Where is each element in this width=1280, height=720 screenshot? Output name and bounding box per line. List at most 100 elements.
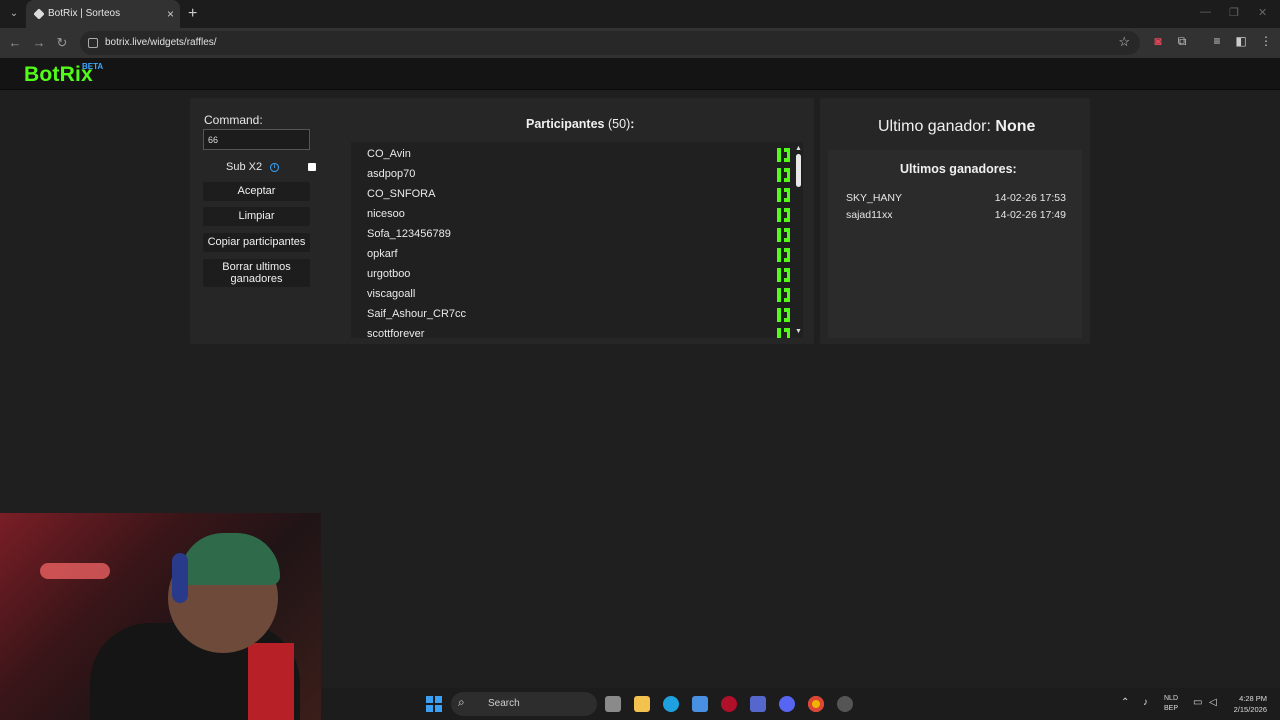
copy-participants-button[interactable]: Copiar participantes bbox=[203, 233, 310, 252]
info-icon[interactable]: i bbox=[270, 163, 279, 172]
profile-icon[interactable]: ◧ bbox=[1234, 34, 1248, 48]
scrollbar-thumb[interactable] bbox=[796, 154, 801, 187]
tab-search-icon[interactable]: ⌄ bbox=[6, 6, 22, 22]
streamer-cap bbox=[180, 533, 280, 585]
winner-date: 14-02-26 17:49 bbox=[994, 209, 1066, 221]
tab-title: BotRix | Sorteos bbox=[48, 8, 121, 19]
kick-icon bbox=[777, 168, 790, 182]
opera-icon[interactable] bbox=[721, 696, 737, 712]
discord-icon[interactable] bbox=[779, 696, 795, 712]
system-clock[interactable]: 4:28 PM 2/15/2026 bbox=[1225, 693, 1267, 715]
maximize-icon[interactable]: ❐ bbox=[1229, 6, 1239, 19]
list-item: CO_SNFORA bbox=[367, 188, 790, 208]
forward-icon[interactable]: → bbox=[30, 34, 48, 52]
participant-name: viscagoall bbox=[367, 288, 416, 300]
last-winner-heading: Ultimo ganador: None bbox=[878, 118, 1035, 136]
kick-icon bbox=[777, 148, 790, 162]
browser-tab[interactable]: BotRix | Sorteos × bbox=[26, 0, 180, 28]
extensions-puzzle-icon[interactable]: ⧉ bbox=[1175, 34, 1189, 48]
chrome-icon[interactable] bbox=[808, 696, 824, 712]
kick-icon bbox=[777, 208, 790, 222]
sub-x2-label: Sub X2 bbox=[226, 161, 263, 173]
settings-app-icon[interactable] bbox=[837, 696, 853, 712]
participant-name: CO_SNFORA bbox=[367, 188, 436, 200]
kick-icon bbox=[777, 328, 790, 338]
scroll-down-arrow-icon[interactable]: ▼ bbox=[795, 328, 802, 335]
participants-list[interactable]: CO_Avin asdpop70 CO_SNFORA nicesoo Sofa_… bbox=[351, 142, 803, 338]
list-item: nicesoo bbox=[367, 208, 790, 228]
taskbar: ⌕ Search ⌃ ♪ NLD BEP ▭ ◁ 4:28 PM 2/15/20… bbox=[321, 688, 1280, 720]
participant-name: nicesoo bbox=[367, 208, 405, 220]
show-hidden-icons-icon[interactable]: ⌃ bbox=[1121, 697, 1129, 708]
app-icon[interactable] bbox=[750, 696, 766, 712]
task-view-icon[interactable] bbox=[605, 696, 621, 712]
last-winner-label: Ultimo ganador: bbox=[878, 118, 991, 135]
winner-user: sajad11xx bbox=[846, 209, 893, 221]
participant-name: Saif_Ashour_CR7cc bbox=[367, 308, 467, 320]
site-info-icon[interactable] bbox=[88, 38, 98, 48]
windows-start-icon[interactable] bbox=[426, 696, 442, 712]
clear-button[interactable]: Limpiar bbox=[203, 207, 310, 226]
search-icon: ⌕ bbox=[458, 695, 465, 709]
microphone-icon[interactable]: ♪ bbox=[1143, 697, 1148, 708]
close-tab-icon[interactable]: × bbox=[167, 6, 174, 22]
browser-toolbar: ← → ↻ botrix.live/widgets/raffles/ ☆ bbox=[0, 28, 1280, 58]
list-item: opkarf bbox=[367, 248, 790, 268]
minimize-icon[interactable]: — bbox=[1200, 6, 1211, 18]
edge-icon[interactable] bbox=[663, 696, 679, 712]
kick-icon bbox=[777, 288, 790, 302]
botrix-favicon-icon bbox=[33, 8, 45, 20]
participant-name: asdpop70 bbox=[367, 168, 416, 180]
participants-title-text: Participantes bbox=[526, 117, 605, 131]
sub-x2-checkbox[interactable] bbox=[308, 163, 316, 171]
language-code: NLD bbox=[1164, 695, 1179, 702]
headset bbox=[172, 553, 188, 603]
window-close-icon[interactable]: ✕ bbox=[1258, 6, 1267, 19]
url-text[interactable]: botrix.live/widgets/raffles/ bbox=[105, 37, 217, 48]
command-input[interactable] bbox=[203, 129, 310, 150]
file-explorer-icon[interactable] bbox=[634, 696, 650, 712]
browser-tab-strip: ⌄ BotRix | Sorteos × + — ❐ ✕ bbox=[0, 0, 1280, 28]
list-item: CO_Avin bbox=[367, 148, 790, 168]
taskbar-search[interactable]: ⌕ Search bbox=[451, 692, 597, 716]
participant-name: opkarf bbox=[367, 248, 398, 260]
address-bar[interactable]: botrix.live/widgets/raffles/ ☆ bbox=[80, 31, 1140, 55]
winner-user: SKY_HANY bbox=[846, 192, 903, 204]
raffle-panel: Command: Sub X2 i Aceptar Limpiar Copiar… bbox=[190, 98, 814, 344]
neon-light bbox=[40, 563, 110, 579]
keyboard-layout: BEP bbox=[1164, 705, 1179, 712]
clock-time: 4:28 PM bbox=[1239, 694, 1267, 703]
participants-count: (50) bbox=[608, 117, 631, 131]
participants-title-colon: : bbox=[630, 117, 635, 131]
list-item: viscagoall bbox=[367, 288, 790, 308]
participant-name: CO_Avin bbox=[367, 148, 411, 160]
command-label: Command: bbox=[204, 113, 263, 127]
search-label: Search bbox=[488, 698, 520, 709]
browser-menu-icon[interactable]: ⋮ bbox=[1259, 34, 1273, 48]
beta-badge: BETA bbox=[82, 62, 104, 71]
list-item: asdpop70 bbox=[367, 168, 790, 188]
scroll-up-arrow-icon[interactable]: ▲ bbox=[795, 145, 802, 152]
network-icon[interactable]: ▭ bbox=[1193, 697, 1202, 708]
winners-history-title: Ultimos ganadores: bbox=[900, 162, 1017, 176]
kick-icon bbox=[777, 188, 790, 202]
site-header: BotRix BETA bbox=[0, 58, 1280, 90]
list-item: Saif_Ashour_CR7cc bbox=[367, 308, 790, 328]
list-item: scottforever bbox=[367, 328, 790, 338]
jacket-stripe bbox=[248, 643, 294, 720]
reload-icon[interactable]: ↻ bbox=[53, 34, 71, 52]
new-tab-icon[interactable]: + bbox=[188, 5, 197, 23]
participant-name: scottforever bbox=[367, 328, 425, 338]
back-icon[interactable]: ← bbox=[6, 34, 24, 52]
extension-icon[interactable]: ◙ bbox=[1151, 34, 1165, 48]
media-controls-icon[interactable]: ≡ bbox=[1210, 34, 1224, 48]
volume-icon[interactable]: ◁ bbox=[1209, 697, 1217, 708]
webcam-overlay bbox=[0, 513, 321, 720]
language-indicator[interactable]: NLD BEP bbox=[1164, 694, 1178, 714]
kick-icon bbox=[777, 248, 790, 262]
store-icon[interactable] bbox=[692, 696, 708, 712]
bookmark-star-icon[interactable]: ☆ bbox=[1118, 34, 1130, 50]
delete-winners-button[interactable]: Borrar ultimos ganadores bbox=[203, 259, 310, 287]
participant-name: Sofa_123456789 bbox=[367, 228, 451, 240]
accept-button[interactable]: Aceptar bbox=[203, 182, 310, 201]
